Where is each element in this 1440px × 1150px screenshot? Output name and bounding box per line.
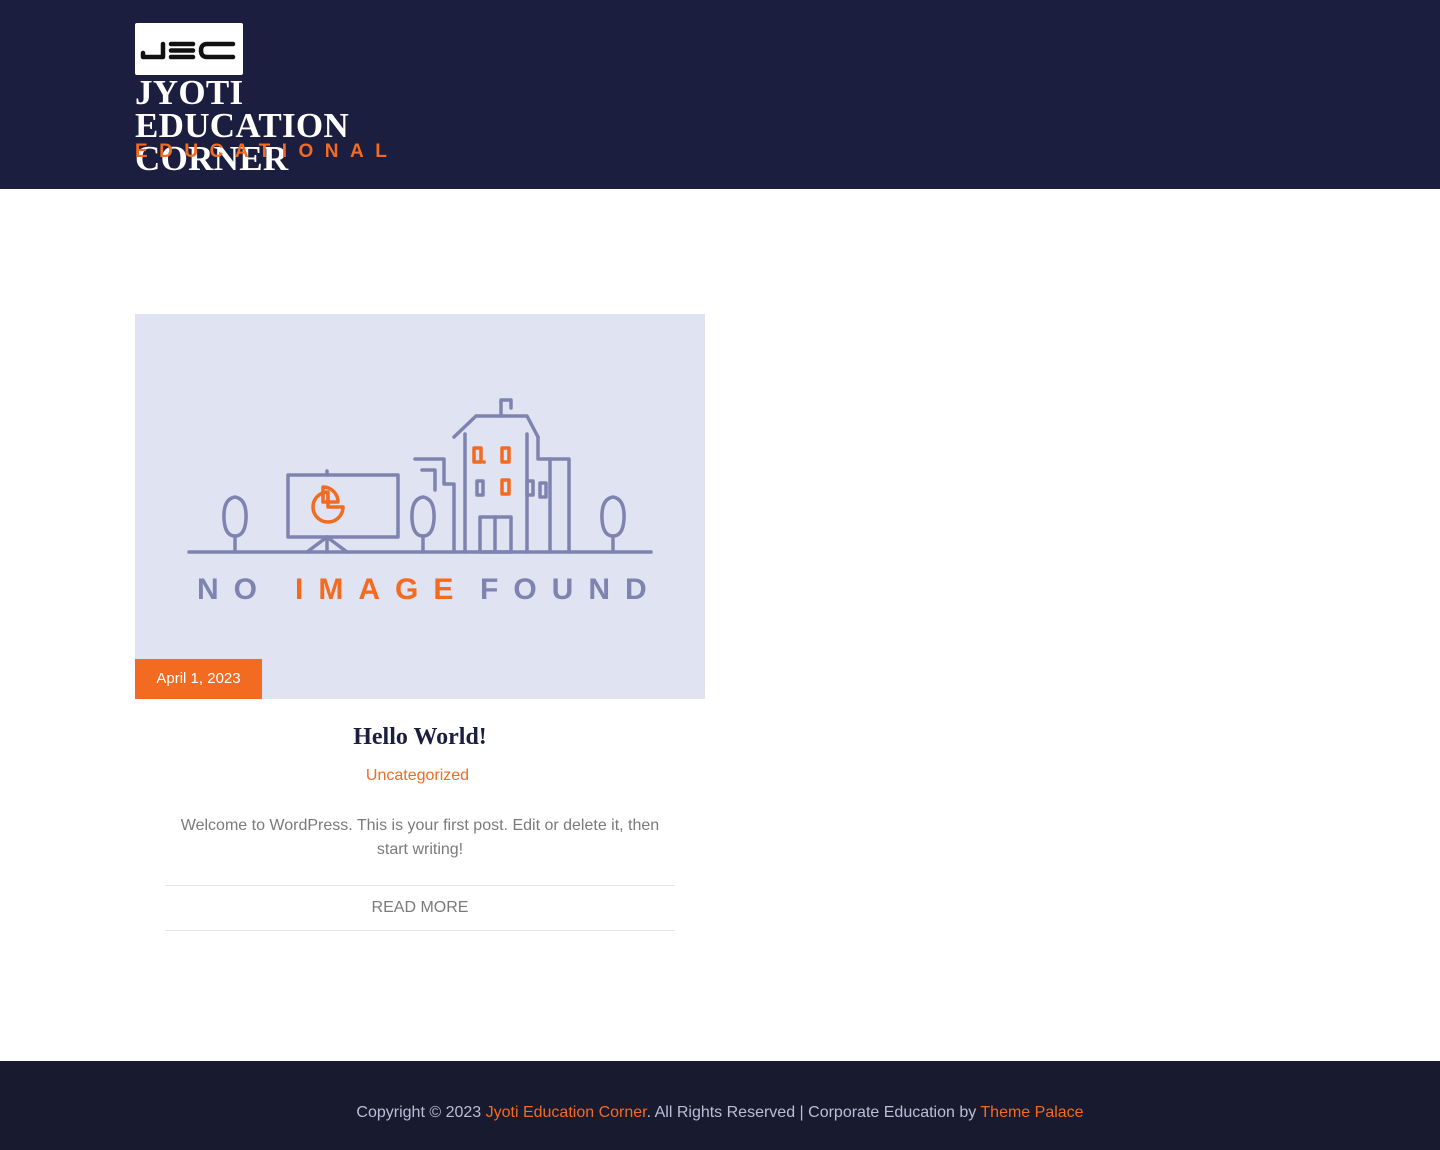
post-excerpt: Welcome to WordPress. This is your first… — [180, 817, 660, 858]
footer-copyright: Copyright © 2023 Jyoti Education Corner.… — [0, 1061, 1440, 1150]
footer-site-link[interactable]: Jyoti Education Corner — [486, 1104, 647, 1121]
thumbnail-text-no: NO — [197, 573, 272, 606]
thumbnail-text-image: IMAGE — [295, 573, 468, 606]
jec-logo-icon — [140, 41, 236, 60]
no-image-found-icon: NO FOUND IMAGE — [187, 398, 662, 606]
post-title[interactable]: Hello World! — [135, 724, 705, 751]
site-footer: Copyright © 2023 Jyoti Education Corner.… — [0, 1061, 1440, 1150]
site-header: Jyoti Education Corner Educational — [0, 0, 1440, 189]
theme-palace-link[interactable]: Theme Palace — [980, 1104, 1083, 1121]
post-date-badge[interactable]: April 1, 2023 — [135, 659, 262, 699]
post-card: NO FOUND IMAGE April 1, 2023 Hello World… — [135, 314, 705, 954]
site-logo[interactable] — [135, 23, 243, 75]
copyright-prefix: Copyright © 2023 — [356, 1104, 482, 1121]
site-tagline: Educational — [135, 141, 399, 162]
read-more-button[interactable]: Read More — [372, 886, 469, 930]
thumbnail-text-found: FOUND — [480, 573, 662, 606]
post-category-link[interactable]: Uncategorized — [135, 767, 700, 785]
rights-text: . All Rights Reserved | Corporate Educat… — [646, 1104, 977, 1121]
read-more-container: Read More — [165, 885, 675, 931]
post-thumbnail[interactable]: NO FOUND IMAGE — [135, 314, 705, 699]
